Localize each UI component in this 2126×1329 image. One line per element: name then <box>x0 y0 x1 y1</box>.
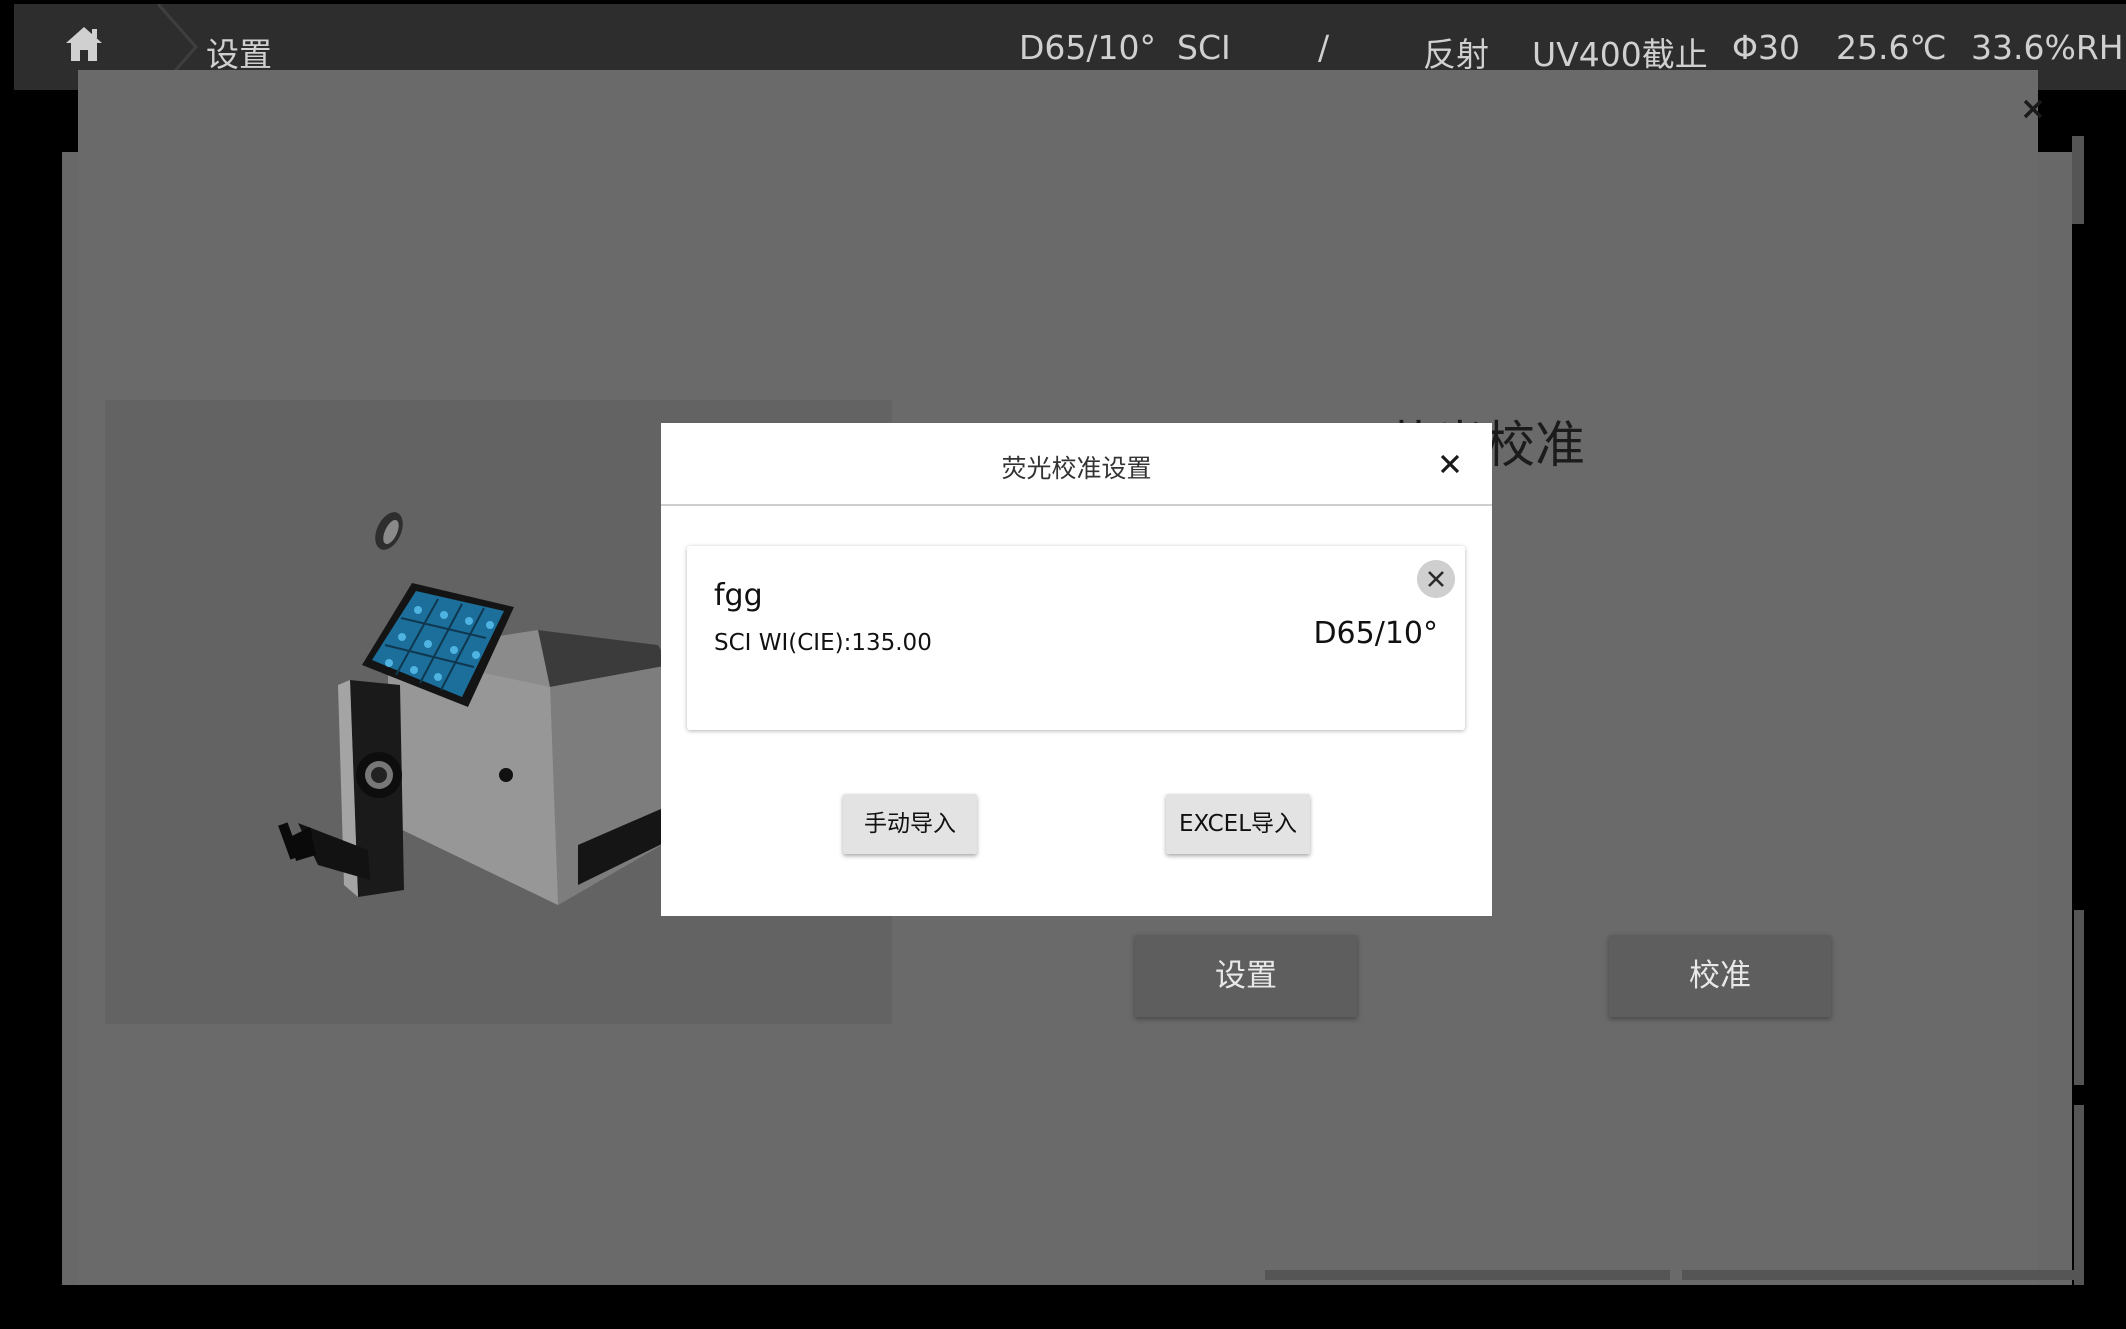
settings-button[interactable]: 设置 <box>1135 935 1357 1017</box>
status-measure-type: 反射 <box>1423 35 1489 74</box>
status-illuminant: D65/10° <box>1019 28 1157 67</box>
status-temperature: 25.6℃ <box>1836 28 1947 67</box>
excel-import-button[interactable]: EXCEL导入 <box>1166 794 1310 854</box>
fluorescence-settings-dialog: 荧光校准设置 fgg SCI WI(CIE):135.00 D65/10° 手动… <box>661 423 1492 916</box>
spectrophotometer-image <box>278 512 670 905</box>
calibrate-button[interactable]: 校准 <box>1609 935 1831 1017</box>
status-aperture: Φ30 <box>1732 28 1800 67</box>
breadcrumb-title: 设置 <box>206 35 272 74</box>
standard-name: fgg <box>714 578 763 613</box>
illuminant-observer: D65/10° <box>1313 616 1438 651</box>
status-uv: UV400截止 <box>1532 35 1708 74</box>
home-icon[interactable] <box>62 22 106 66</box>
background-edge <box>2072 136 2084 224</box>
standard-card[interactable]: fgg SCI WI(CIE):135.00 D65/10° <box>687 546 1465 730</box>
background-edge <box>2074 910 2084 1085</box>
status-mode: SCI <box>1177 28 1231 67</box>
delete-standard-icon[interactable] <box>1417 560 1455 598</box>
close-icon[interactable] <box>1437 451 1463 477</box>
manual-import-button[interactable]: 手动导入 <box>843 794 977 854</box>
status-humidity: 33.6%RH <box>1971 28 2124 67</box>
dialog-header: 荧光校准设置 <box>661 423 1492 506</box>
background-edge <box>2074 1105 2084 1285</box>
app-screen: 设置 D65/10° SCI / 反射 UV400截止 Φ30 25.6℃ 33… <box>0 0 2126 1329</box>
background-edge <box>1265 1270 1670 1280</box>
background-edge <box>1682 1270 2082 1280</box>
status-separator: / <box>1318 28 1330 67</box>
whiteness-value: SCI WI(CIE):135.00 <box>714 630 932 656</box>
dialog-title: 荧光校准设置 <box>1001 454 1152 483</box>
page-close-icon[interactable] <box>2016 92 2050 126</box>
